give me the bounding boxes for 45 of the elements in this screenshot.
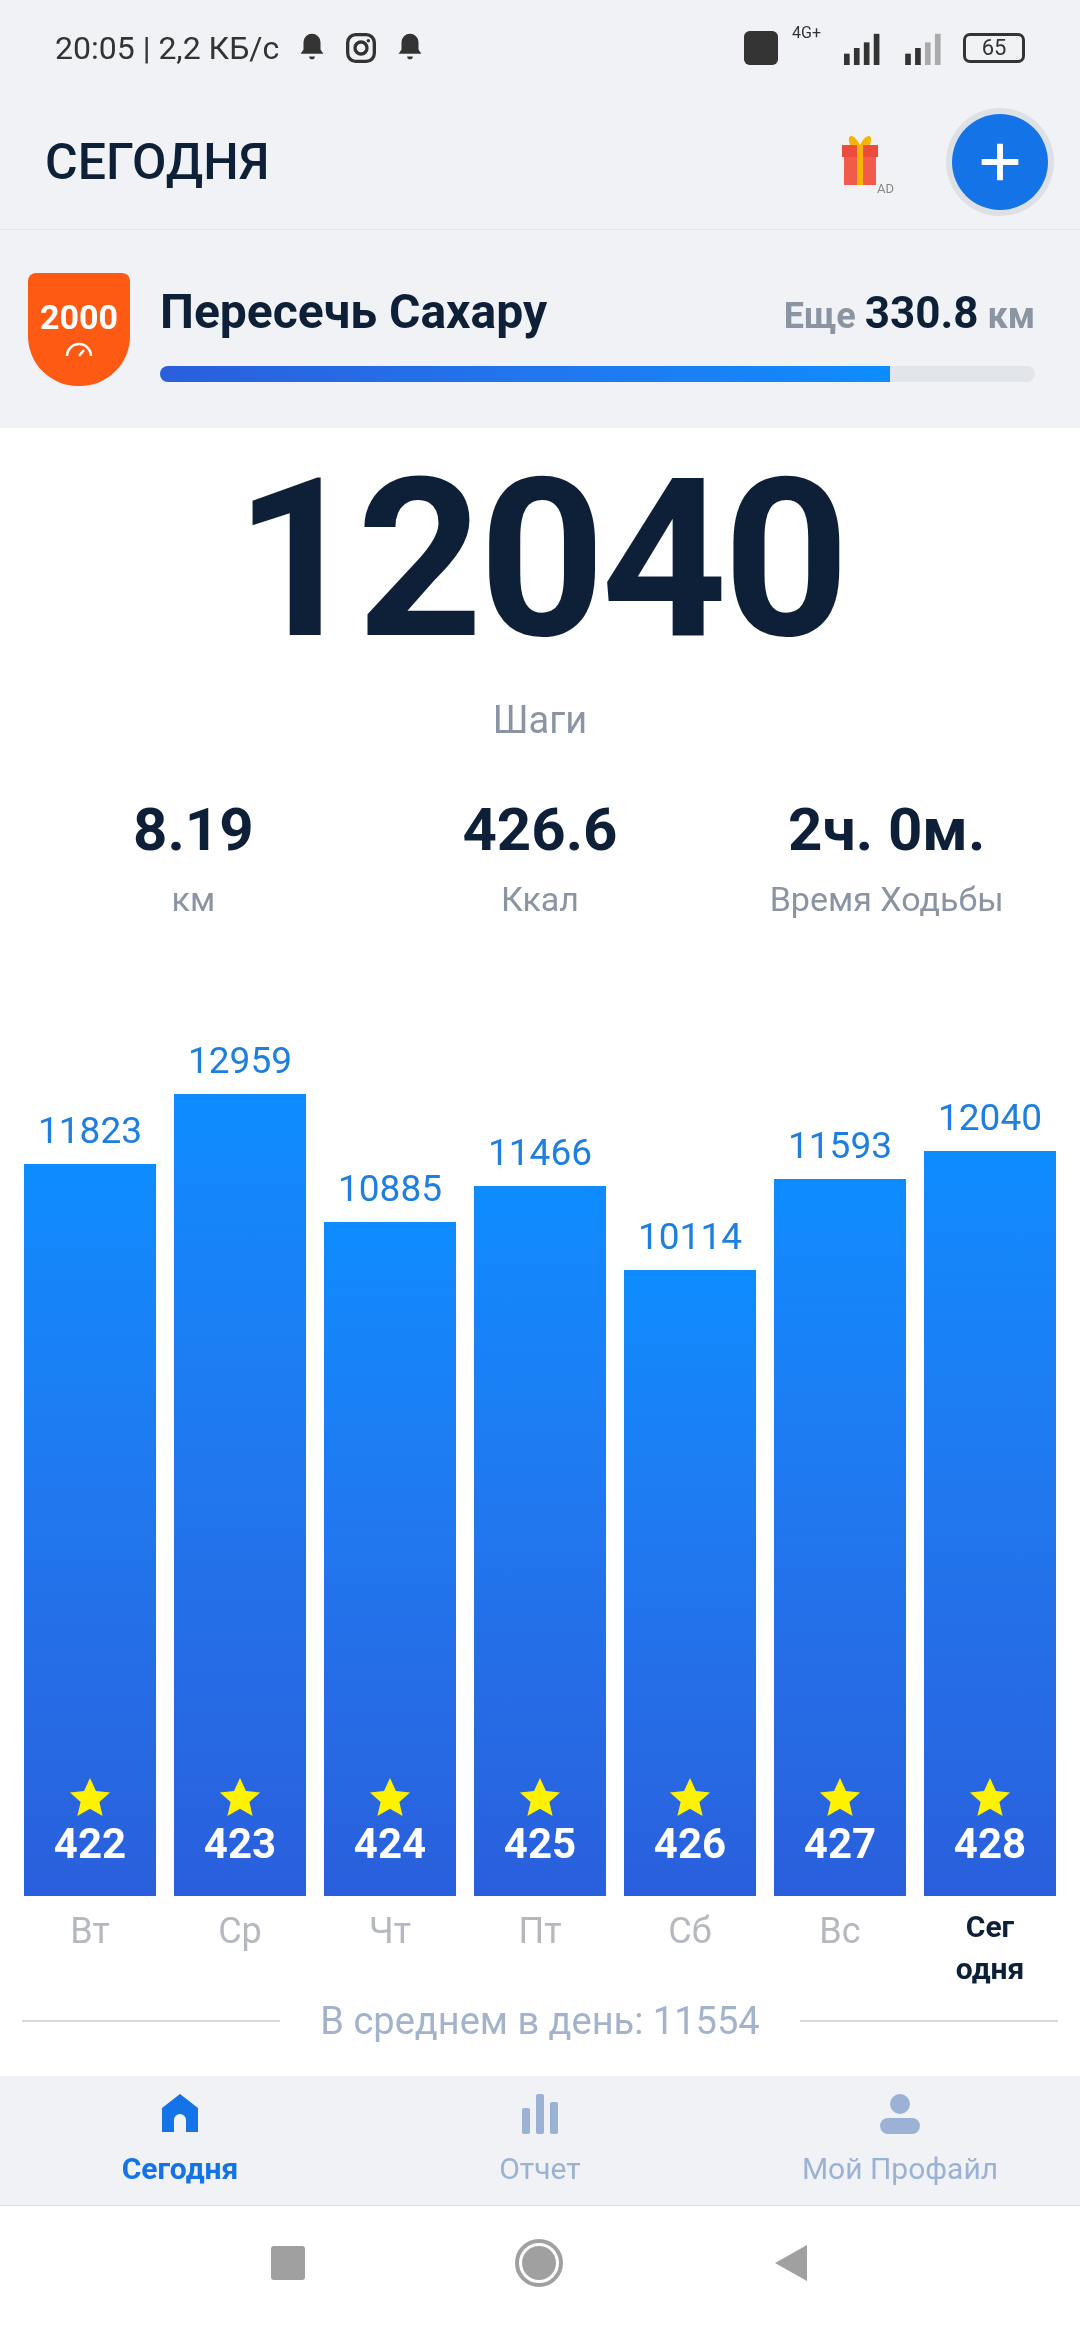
home-button[interactable] [515,2239,563,2287]
day-label: Сб [668,1909,712,1954]
day-count: 426 [653,1820,727,1868]
day-label: Ср [218,1909,262,1954]
battery-indicator: 65 [963,32,1025,63]
bar-value-label: 11466 [488,1130,592,1177]
status-time: 20:05 | 2,2 КБ/с [55,27,280,69]
back-icon[interactable] [773,2243,809,2283]
nav-tab[interactable]: Отчет [360,2076,720,2205]
day-label: Чт [369,1909,411,1954]
remaining-distance: Еще 330.8 км [783,286,1035,341]
gauge-icon [64,342,94,358]
bar-value-label: 11823 [38,1108,142,1155]
step-count: 12040 [234,440,846,680]
day-count: 425 [503,1820,577,1868]
day-count: 424 [353,1820,427,1868]
day-label: Вс [819,1909,861,1954]
stat-label: Время Ходьбы [769,878,1004,921]
stat-value: 2ч. 0м. [788,795,986,865]
stat-label: Ккал [501,878,579,921]
day-count: 428 [953,1820,1027,1868]
day-label: Вт [70,1909,110,1954]
daily-average: В среднем в день: 11554 [320,1997,760,2045]
page-title: СЕГОДНЯ [45,131,271,193]
steps-label: Шаги [492,697,588,744]
nav-tab[interactable]: Мой Профайл [720,2076,1080,2205]
stat-value: 426.6 [462,795,618,865]
day-label: Пт [518,1909,562,1954]
network-label: 4G+ [792,24,821,41]
camera-icon [345,31,378,64]
bar-value-label: 10114 [638,1214,742,1261]
bar-value-label: 11593 [788,1122,892,1169]
stat-value: 8.19 [133,795,254,865]
day-count: 423 [203,1820,277,1868]
challenge-badge: 2000 [28,272,130,386]
gift-button[interactable]: AD [834,129,894,195]
day-count: 422 [53,1820,127,1868]
bar-value-label: 12959 [188,1038,292,1084]
day-count: 427 [803,1820,877,1868]
bar-value-label: 10885 [338,1166,442,1213]
stat-label: км [171,878,216,921]
nav-tab[interactable]: Сегодня [0,2076,360,2205]
day-label: Сег одня [954,1908,1026,1988]
challenge-title: Пересечь Сахару [160,282,548,342]
bar-value-label: 12040 [938,1094,1042,1141]
